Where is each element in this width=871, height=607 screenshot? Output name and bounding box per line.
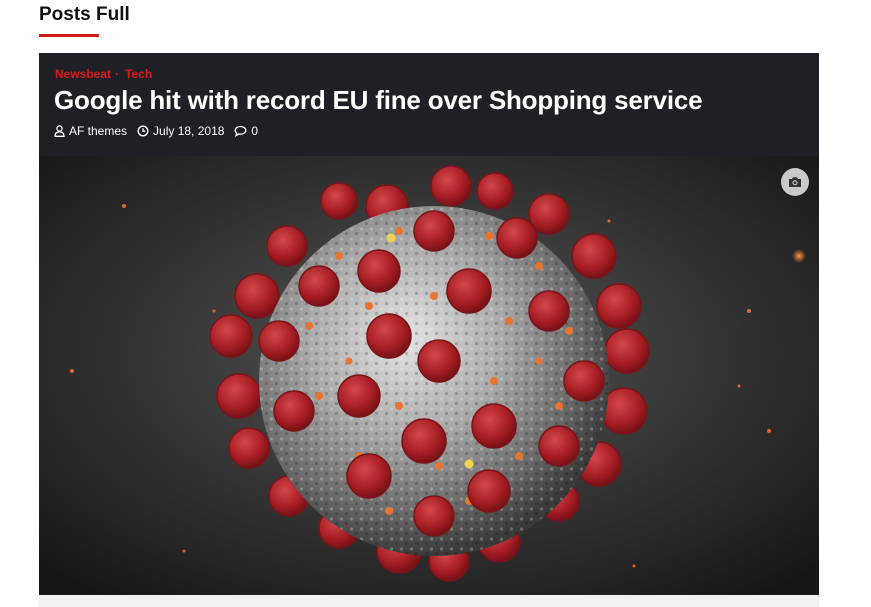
post-card: Newsbeat · Tech Google hit with record EU … xyxy=(39,53,819,595)
category-link-tech[interactable]: Tech xyxy=(125,67,152,81)
post-author-name[interactable]: AF themes xyxy=(69,124,127,138)
clock-icon xyxy=(137,125,149,137)
post-comments[interactable]: 0 xyxy=(234,124,258,138)
post-meta: AF themes July 18, 2018 0 xyxy=(54,124,268,138)
coronavirus-illustration xyxy=(39,156,819,595)
post-date: July 18, 2018 xyxy=(137,124,224,138)
camera-badge[interactable] xyxy=(781,168,809,196)
camera-icon xyxy=(789,177,801,187)
post-title-link[interactable]: Google hit with record EU fine over Shop… xyxy=(54,85,703,116)
post-date-text: July 18, 2018 xyxy=(153,124,225,138)
post-footer-strip xyxy=(39,595,819,607)
comment-icon xyxy=(234,125,247,137)
category-link-newsbeat[interactable]: Newsbeat xyxy=(55,67,111,81)
category-separator: · xyxy=(115,67,120,81)
section-title: Posts Full xyxy=(39,4,130,25)
post-author[interactable]: AF themes xyxy=(54,124,127,138)
post-comment-count[interactable]: 0 xyxy=(251,124,258,138)
post-featured-image[interactable] xyxy=(39,156,819,595)
user-icon xyxy=(54,125,65,137)
post-categories: Newsbeat · Tech xyxy=(55,67,152,81)
section-title-underline xyxy=(39,34,99,37)
post-header: Newsbeat · Tech Google hit with record EU … xyxy=(39,53,819,156)
